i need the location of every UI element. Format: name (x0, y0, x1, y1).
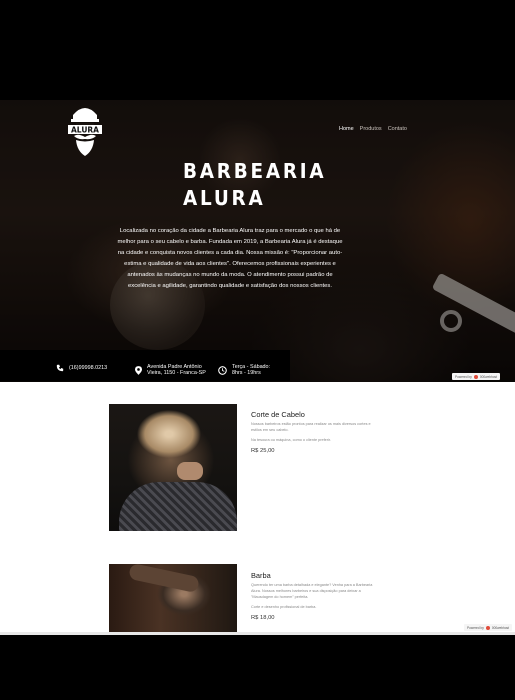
service-description-beard: Querendo ter uma barba detalhada e elega… (251, 583, 373, 599)
services-section: Corte de Cabelo Nossos barbeiros estão p… (0, 382, 515, 632)
service-description-haircut: Nossos barbeiros estão prontos para real… (251, 422, 371, 432)
page: ALURA Home Produtos Contato BARBEARIA AL… (0, 0, 515, 700)
phone-icon (56, 364, 64, 372)
hosting-badge-top[interactable]: Powered by 000webhost (452, 373, 501, 380)
main-nav: Home Produtos Contato (339, 126, 407, 132)
hero-title-line2: ALURA (183, 186, 266, 210)
service-note-haircut: Na tesoura ou máquina, como o cliente pr… (251, 438, 331, 442)
barber-hand (177, 462, 203, 480)
hero-title: BARBEARIA ALURA (183, 158, 327, 212)
map-pin-icon (135, 365, 142, 375)
bottom-divider (0, 632, 515, 635)
hero-intro-text: Localizada no coração da cidade a Barbea… (117, 228, 343, 290)
hosting-badge-bottom[interactable]: Powered by 000webhost (464, 624, 513, 631)
service-title-beard: Barba (251, 571, 271, 580)
service-photo-haircut (109, 404, 237, 531)
address-line2: Vieira, 1150 - Franca-SP (147, 370, 206, 376)
badge-label: Powered by (455, 374, 472, 379)
info-phone: (16)99998.0213 (56, 364, 107, 372)
service-title-haircut: Corte de Cabelo (251, 410, 305, 419)
barber-cape (119, 482, 237, 531)
hours-line2: 8hrs - 19hrs (232, 370, 261, 376)
info-hours: Terça - Sábado: 8hrs - 19hrs (218, 364, 270, 376)
nav-home[interactable]: Home (339, 126, 354, 132)
service-photo-beard (109, 564, 237, 632)
service-price-haircut: R$ 25,00 (251, 448, 275, 454)
info-address: Avenida Padre Antônio Vieira, 1150 - Fra… (135, 364, 206, 376)
alura-logo[interactable]: ALURA (68, 103, 102, 157)
nav-contato[interactable]: Contato (388, 126, 407, 132)
barber-arm (128, 564, 200, 594)
hero-title-line1: BARBEARIA (183, 159, 327, 183)
nav-produtos[interactable]: Produtos (360, 126, 382, 132)
host-logo-icon (485, 625, 490, 630)
service-price-beard: R$ 18,00 (251, 615, 275, 621)
phone-number: (16)99998.0213 (69, 365, 108, 371)
badge-brand: 000webhost (479, 374, 498, 379)
badge-label: Powered by (467, 625, 484, 630)
clock-icon (218, 365, 227, 375)
badge-brand: 000webhost (491, 625, 510, 630)
service-note-beard: Corte e desenho profissional de barba. (251, 605, 317, 609)
logo-text: ALURA (71, 126, 99, 135)
host-logo-icon (473, 374, 478, 379)
